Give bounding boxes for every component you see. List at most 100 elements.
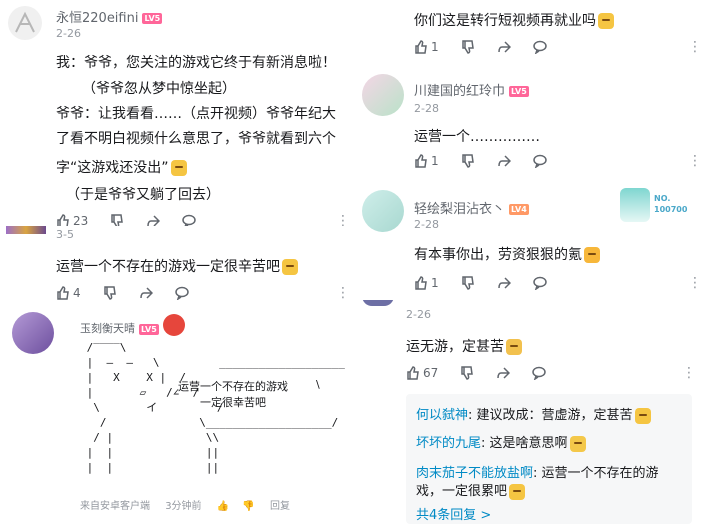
action-bar: 67 [406,366,568,380]
comment-bubble-icon [532,40,547,54]
action-bar: 4 [56,286,211,300]
level-badge: LV4 [509,204,529,215]
thumb-down-icon [461,40,474,54]
like-button[interactable]: 1 [414,154,439,168]
action-bar: 1 [414,154,569,168]
dislike-button[interactable] [460,366,474,380]
sub-reply-user[interactable]: 肉末茄子不能放盐啊 [416,466,533,481]
share-button[interactable] [496,366,511,380]
avatar[interactable] [6,226,46,234]
action-bar: 1 [414,40,569,54]
smile-emoji-icon [598,13,614,29]
like-button[interactable]: 1 [414,40,439,54]
like-count: 1 [431,154,439,168]
dizzy-emoji-icon [569,435,586,452]
thumb-up-icon [415,276,427,290]
username-text[interactable]: 玉刻衡天晴 [80,322,135,335]
comment-username[interactable]: 川建国的红玲巾 LV5 [414,80,529,99]
thumb-down-icon [461,276,474,290]
wink-emoji-icon [506,339,522,355]
comment-footer: 来自安卓客户端 3分钟前 👍 👎 回复 [80,497,290,512]
comment-line: 我：爷爷，您关注的游戏它终于有新消息啦！ [56,55,336,71]
like-button[interactable]: 67 [406,366,438,380]
like-button[interactable]: 1 [414,276,439,290]
comment-bubble-icon [532,366,547,380]
level-badge: LV5 [142,13,163,24]
dislike-button[interactable] [461,276,475,290]
comment-date: 2-26 [406,308,431,321]
reply-button[interactable] [532,40,547,54]
comment-username[interactable]: 永恒220eifini LV5 [56,7,163,26]
sub-reply-text: : 这是啥意思啊 [481,436,568,451]
smile-emoji-icon [170,160,187,176]
fan-badge-avatar [620,188,650,222]
comment-date: 2-28 [414,218,439,231]
avatar[interactable] [362,74,404,116]
share-button[interactable] [497,154,511,168]
sub-reply-user[interactable]: 何以弑神 [416,408,468,423]
share-button[interactable] [139,286,153,300]
level-badge: LV5 [509,86,529,97]
more-vertical-icon[interactable]: ⋮ [336,286,350,300]
avatar[interactable] [362,300,394,306]
dislike-button[interactable] [461,40,475,54]
comment-text-content: 有本事你出，劳资狠狠的氪 [414,247,582,263]
comment-bubble-icon [174,286,189,300]
comment-line: （于是爷爷又躺了回去） [66,187,220,203]
thumb-up-icon[interactable]: 👍 [217,501,229,512]
dislike-button[interactable] [103,286,117,300]
comment-line-text: 字“这游戏还没出” [56,160,169,176]
more-replies-link[interactable]: 共4条回复 > [416,504,491,523]
like-count: 4 [73,286,81,300]
share-arrow-icon [497,277,511,289]
reply-button[interactable] [174,286,189,300]
comment-line: 了看不明白视频什么意思了，爷爷就看到六个 [56,131,336,147]
more-vertical-icon[interactable]: ⋮ [688,154,702,168]
username-text[interactable]: 川建国的红玲巾 [414,84,505,99]
comment-bubble-icon [532,154,547,168]
username-text[interactable]: 轻绘梨泪沾衣丶 [414,202,505,217]
relieved-emoji-icon [509,483,526,500]
avatar[interactable] [8,6,42,40]
comment-text-content: 你们这是转行短视频再就业吗 [414,13,596,29]
comment-username[interactable]: 玉刻衡天晴 LV5 [80,320,159,336]
grin-emoji-icon [584,247,600,263]
thumb-down-icon[interactable]: 👎 [242,501,254,512]
sub-reply[interactable]: 坏坏的九尾: 这是啥意思啊 [416,432,586,452]
like-button[interactable]: 4 [56,286,81,300]
thumb-up-icon [407,366,419,380]
more-vertical-icon[interactable]: ⋮ [688,276,702,290]
comment-username[interactable]: 轻绘梨泪沾衣丶 LV4 [414,198,529,217]
reply-button[interactable] [532,276,547,290]
sub-reply-text: : 运营一个不存在的游 [533,466,659,481]
comment-text: 运营一个不存在的游戏一定很辛苦吧 [56,256,298,276]
more-vertical-icon[interactable]: ⋮ [682,366,696,380]
avatar[interactable] [12,312,54,354]
dislike-button[interactable] [461,154,475,168]
avatar[interactable] [362,190,404,232]
share-arrow-icon [497,367,511,379]
thumb-down-icon [461,154,474,168]
comment-line: 字“这游戏还没出” [56,157,187,177]
reply-button[interactable] [532,154,547,168]
thumb-up-icon [415,40,427,54]
level-badge: LV5 [139,323,159,335]
thumb-up-icon [57,286,69,300]
more-vertical-icon[interactable]: ⋮ [688,40,702,54]
reply-link[interactable]: 回复 [270,501,290,512]
sub-reply[interactable]: 何以弑神: 建议改成：营虚游，定甚苦 [416,404,651,424]
username-text[interactable]: 永恒220eifini [56,11,138,26]
footer-time: 3分钟前 [165,501,202,512]
comment-date: 3-5 [56,228,74,241]
comment-text: 运无游，定甚苦 [406,336,522,356]
sub-reply-user[interactable]: 坏坏的九尾 [416,436,481,451]
comment-card-2: 3-5 运营一个不存在的游戏一定很辛苦吧 4 ⋮ [0,226,352,306]
smile-emoji-icon [634,407,651,424]
share-button[interactable] [497,276,511,290]
sub-reply[interactable]: 肉末茄子不能放盐啊: 运营一个不存在的游 [416,462,659,481]
reply-button[interactable] [532,366,547,380]
share-arrow-icon [497,155,511,167]
thumb-up-icon [415,154,427,168]
comment-card-6: 轻绘梨泪沾衣丶 LV4 2-28 NO. 100700 有本事你出，劳资狠狠的氪 … [356,180,703,298]
share-button[interactable] [497,40,511,54]
